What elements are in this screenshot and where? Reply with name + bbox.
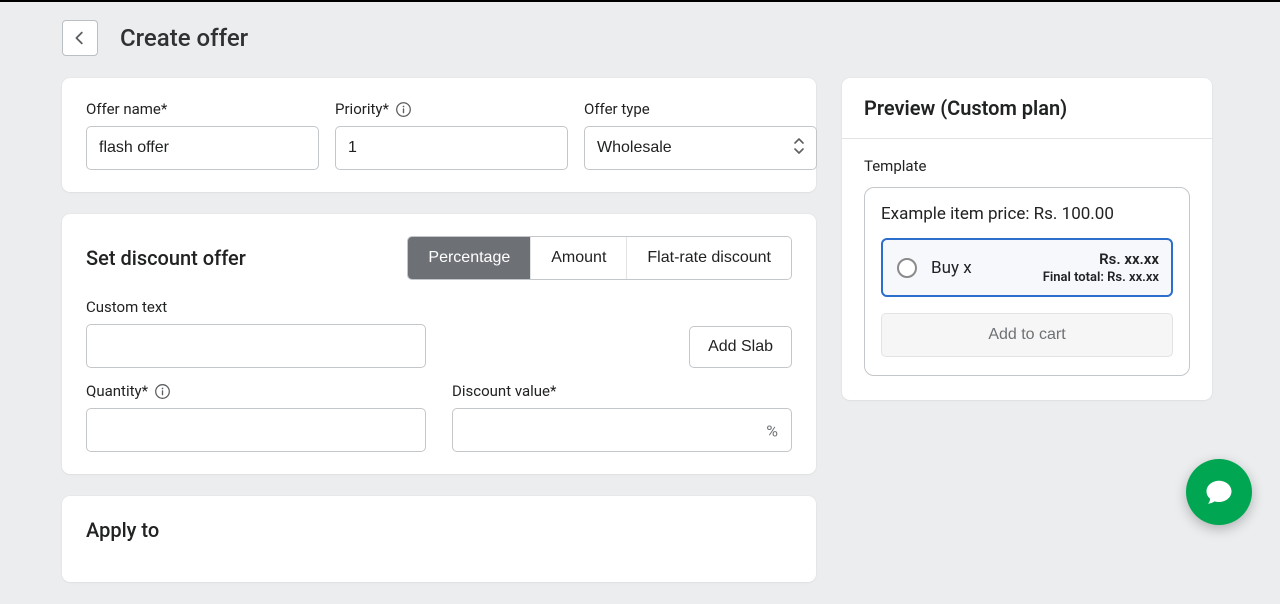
discount-section-title: Set discount offer	[86, 246, 246, 270]
example-price: Example item price: Rs. 100.00	[881, 204, 1173, 224]
option-final-total: Final total: Rs. xx.xx	[1043, 270, 1159, 285]
buy-x-label: Buy x	[931, 258, 972, 278]
priority-field: Priority*	[335, 100, 568, 170]
percent-suffix: %	[766, 422, 778, 441]
custom-text-field: Custom text	[86, 298, 426, 368]
page-header: Create offer	[62, 20, 1218, 56]
discount-value-field: Discount value* %	[452, 382, 792, 452]
radio-icon[interactable]	[897, 258, 917, 278]
back-button[interactable]	[62, 20, 98, 56]
apply-to-card: Apply to	[62, 496, 816, 582]
tab-percentage[interactable]: Percentage	[408, 237, 530, 279]
template-box: Example item price: Rs. 100.00 Buy x Rs.…	[864, 187, 1190, 376]
template-label: Template	[864, 157, 1190, 175]
arrow-left-icon	[71, 29, 89, 47]
custom-text-input[interactable]	[86, 324, 426, 368]
preview-card: Preview (Custom plan) Template Example i…	[842, 78, 1212, 400]
tab-amount[interactable]: Amount	[530, 237, 626, 279]
info-icon[interactable]	[154, 383, 171, 400]
preview-title: Preview (Custom plan)	[842, 78, 1212, 139]
quantity-field: Quantity*	[86, 382, 426, 452]
option-price: Rs. xx.xx	[1043, 250, 1159, 268]
discount-offer-card: Set discount offer Percentage Amount Fla…	[62, 214, 816, 474]
tab-flat-rate[interactable]: Flat-rate discount	[626, 237, 791, 279]
page-title: Create offer	[120, 24, 248, 52]
offer-name-label: Offer name*	[86, 100, 319, 118]
add-slab-button[interactable]: Add Slab	[689, 326, 792, 368]
quantity-input[interactable]	[86, 408, 426, 452]
chat-fab[interactable]	[1186, 459, 1252, 525]
discount-value-label: Discount value*	[452, 382, 792, 400]
discount-value-input[interactable]	[452, 408, 792, 452]
add-to-cart-button[interactable]: Add to cart	[881, 313, 1173, 357]
offer-details-card: Offer name* Priority* Offer typ	[62, 78, 816, 192]
apply-to-title: Apply to	[86, 518, 792, 542]
chat-icon	[1204, 477, 1234, 507]
quantity-label: Quantity*	[86, 382, 426, 400]
custom-text-label: Custom text	[86, 298, 426, 316]
offer-name-field: Offer name*	[86, 100, 319, 170]
offer-type-field: Offer type	[584, 100, 817, 170]
priority-label: Priority*	[335, 100, 568, 118]
info-icon[interactable]	[395, 101, 412, 118]
offer-type-select[interactable]	[584, 126, 817, 170]
discount-type-segmented: Percentage Amount Flat-rate discount	[407, 236, 792, 280]
offer-name-input[interactable]	[86, 126, 319, 170]
buy-option[interactable]: Buy x Rs. xx.xx Final total: Rs. xx.xx	[881, 238, 1173, 297]
priority-input[interactable]	[335, 126, 568, 170]
offer-type-label: Offer type	[584, 100, 817, 118]
